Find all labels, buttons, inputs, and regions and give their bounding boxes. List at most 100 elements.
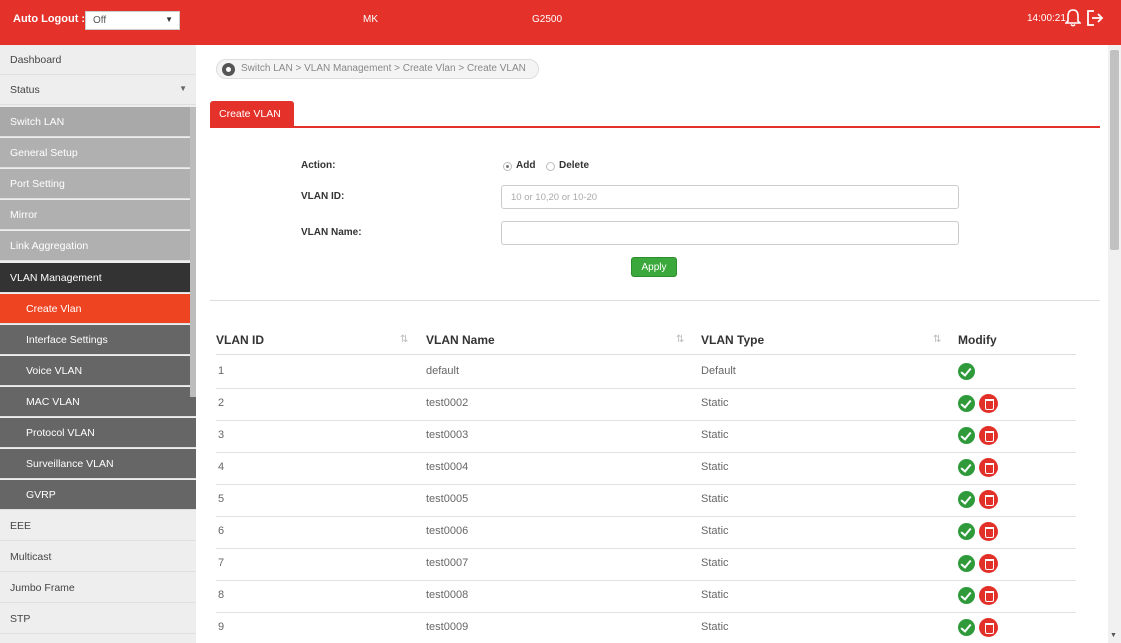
scroll-down-arrow-icon[interactable]: ▼: [1110, 632, 1117, 639]
vlan-id-cell: 1: [218, 365, 225, 377]
check-circle-icon[interactable]: [958, 587, 975, 604]
delete-radio[interactable]: [546, 162, 555, 171]
main-content: Switch LAN > VLAN Management > Create Vl…: [196, 45, 1108, 643]
section-divider: [210, 300, 1100, 301]
vlan-name-cell: test0002: [426, 397, 469, 409]
sidebar-item-jumbo-frame[interactable]: Jumbo Frame: [0, 573, 196, 603]
column-header-vlan-id[interactable]: VLAN ID: [216, 333, 264, 347]
row-divider: [216, 548, 1076, 549]
sidebar-item-mac-vlan[interactable]: MAC VLAN: [0, 387, 196, 417]
add-radio[interactable]: [503, 162, 512, 171]
sidebar-item-status[interactable]: Status ▼: [0, 75, 196, 105]
sidebar-item-link-aggregation[interactable]: Link Aggregation: [0, 231, 196, 261]
check-circle-icon[interactable]: [958, 395, 975, 412]
sidebar-item-surveillance-vlan[interactable]: Surveillance VLAN: [0, 449, 196, 479]
sort-icon[interactable]: ⇅: [400, 334, 408, 345]
auto-logout-label: Auto Logout :: [13, 13, 86, 25]
vlan-id-cell: 8: [218, 589, 225, 601]
vlan-id-cell: 4: [218, 461, 225, 473]
vlan-name-label: VLAN Name:: [301, 227, 362, 238]
row-divider: [216, 516, 1076, 517]
vlan-type-cell: Static: [701, 493, 729, 505]
vlan-id-label: VLAN ID:: [301, 191, 345, 202]
top-bar: Auto Logout : Off ▼ MK G2500 14:00:21: [0, 0, 1121, 45]
vlan-name-cell: test0003: [426, 429, 469, 441]
check-circle-icon[interactable]: [958, 427, 975, 444]
add-radio-label: Add: [516, 160, 536, 171]
row-divider: [216, 388, 1076, 389]
vlan-id-cell: 9: [218, 621, 225, 633]
vlan-type-cell: Static: [701, 461, 729, 473]
sort-icon[interactable]: ⇅: [676, 334, 684, 345]
tab-underline: [210, 126, 1100, 128]
trash-icon[interactable]: [979, 490, 998, 509]
trash-icon[interactable]: [979, 394, 998, 413]
row-divider: [216, 580, 1076, 581]
sidebar-item-create-vlan[interactable]: Create Vlan: [0, 294, 196, 324]
trash-icon[interactable]: [979, 618, 998, 637]
sidebar-item-dashboard[interactable]: Dashboard: [0, 45, 196, 75]
check-circle-icon[interactable]: [958, 459, 975, 476]
vlan-id-cell: 3: [218, 429, 225, 441]
vlan-name-cell: test0004: [426, 461, 469, 473]
vlan-id-input[interactable]: 10 or 10,20 or 10-20: [501, 185, 959, 209]
tab-create-vlan[interactable]: Create VLAN: [210, 101, 294, 127]
sort-icon[interactable]: ⇅: [933, 334, 941, 345]
sidebar-item-protocol-vlan[interactable]: Protocol VLAN: [0, 418, 196, 448]
vlan-name-cell: test0006: [426, 525, 469, 537]
vlan-type-cell: Static: [701, 589, 729, 601]
check-circle-icon[interactable]: [958, 363, 975, 380]
check-circle-icon[interactable]: [958, 619, 975, 636]
column-header-modify: Modify: [958, 333, 997, 347]
breadcrumb-text: Switch LAN > VLAN Management > Create Vl…: [241, 63, 526, 74]
vlan-type-cell: Default: [701, 365, 736, 377]
chevron-down-icon: ▼: [165, 15, 173, 24]
sidebar-item-eee[interactable]: EEE: [0, 511, 196, 541]
trash-icon[interactable]: [979, 458, 998, 477]
bell-icon[interactable]: [1065, 9, 1081, 27]
column-header-vlan-name[interactable]: VLAN Name: [426, 333, 495, 347]
vlan-id-cell: 2: [218, 397, 225, 409]
check-circle-icon[interactable]: [958, 491, 975, 508]
system-clock: 14:00:21: [1027, 13, 1066, 24]
apply-button[interactable]: Apply: [631, 257, 677, 277]
location-pin-icon: [222, 63, 235, 76]
row-divider: [216, 612, 1076, 613]
trash-icon[interactable]: [979, 554, 998, 573]
sidebar-item-gvrp[interactable]: GVRP: [0, 480, 196, 510]
table-header-divider: [216, 354, 1076, 355]
sidebar-item-multicast[interactable]: Multicast: [0, 542, 196, 572]
vlan-name-cell: test0009: [426, 621, 469, 633]
check-circle-icon[interactable]: [958, 555, 975, 572]
vlan-name-cell: test0007: [426, 557, 469, 569]
sidebar-item-port-setting[interactable]: Port Setting: [0, 169, 196, 199]
trash-icon[interactable]: [979, 426, 998, 445]
row-divider: [216, 452, 1076, 453]
vlan-type-cell: Static: [701, 525, 729, 537]
action-label: Action:: [301, 160, 336, 171]
trash-icon[interactable]: [979, 522, 998, 541]
vlan-id-cell: 5: [218, 493, 225, 505]
vlan-id-cell: 6: [218, 525, 225, 537]
device-series: G2500: [532, 14, 563, 25]
sidebar-item-switch-lan[interactable]: Switch LAN: [0, 107, 196, 137]
column-header-vlan-type[interactable]: VLAN Type: [701, 333, 764, 347]
logout-icon[interactable]: [1086, 9, 1104, 27]
vlan-name-input[interactable]: [501, 221, 959, 245]
page-scrollbar[interactable]: ▼: [1108, 45, 1121, 643]
sidebar-item-voice-vlan[interactable]: Voice VLAN: [0, 356, 196, 386]
vlan-id-cell: 7: [218, 557, 225, 569]
sidebar-item-general-setup[interactable]: General Setup: [0, 138, 196, 168]
check-circle-icon[interactable]: [958, 523, 975, 540]
row-divider: [216, 420, 1076, 421]
scrollbar-thumb[interactable]: [1110, 50, 1119, 250]
sidebar-item-vlan-management[interactable]: VLAN Management: [0, 263, 196, 293]
sidebar-item-stp[interactable]: STP: [0, 604, 196, 634]
auto-logout-select[interactable]: Off ▼: [85, 11, 180, 30]
sidebar-item-interface-settings[interactable]: Interface Settings: [0, 325, 196, 355]
vlan-name-cell: test0008: [426, 589, 469, 601]
trash-icon[interactable]: [979, 586, 998, 605]
sidebar-item-mirror[interactable]: Mirror: [0, 200, 196, 230]
vlan-type-cell: Static: [701, 621, 729, 633]
delete-radio-label: Delete: [559, 160, 590, 171]
